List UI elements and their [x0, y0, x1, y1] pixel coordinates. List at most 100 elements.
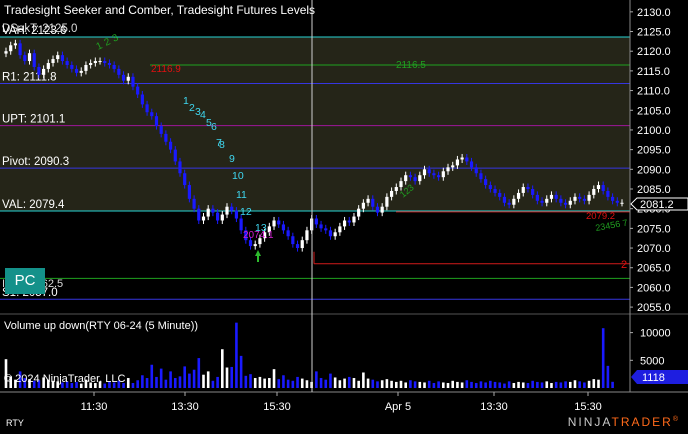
- candle-body: [178, 161, 182, 174]
- volume-bar: [366, 378, 370, 388]
- volume-bar: [291, 380, 295, 388]
- candle-body: [460, 157, 464, 160]
- candle-body: [131, 76, 135, 87]
- candle-body: [192, 198, 196, 209]
- volume-bar: [178, 376, 182, 388]
- volume-bar: [545, 381, 549, 388]
- volume-bar: [206, 371, 210, 388]
- volume-bar: [253, 378, 257, 388]
- candle-body: [526, 187, 530, 189]
- volume-bar: [418, 381, 422, 388]
- volume-bar: [202, 374, 205, 388]
- volume-bar: [611, 381, 614, 388]
- candle-body: [79, 70, 83, 73]
- seeker-count-label: 6: [211, 121, 217, 133]
- volume-bar: [479, 381, 483, 388]
- candle-body: [394, 187, 398, 191]
- candle-body: [610, 196, 615, 201]
- volume-bar: [507, 381, 511, 388]
- candle-body: [573, 196, 577, 201]
- volume-tick-label: 5000: [640, 355, 664, 367]
- trademark-icon: ®: [672, 416, 680, 423]
- volume-bar: [235, 322, 238, 388]
- price-tick-label: 2060.0: [637, 282, 671, 294]
- volume-bar: [512, 383, 516, 388]
- volume-bar: [540, 382, 544, 388]
- volume-bar: [606, 365, 610, 388]
- volume-bar: [319, 378, 323, 388]
- candle-body: [107, 63, 112, 65]
- volume-bar: [568, 381, 572, 388]
- candle-body: [187, 185, 191, 199]
- pc-button[interactable]: PC: [5, 268, 45, 294]
- instrument-symbol: RTY: [6, 418, 24, 428]
- candle-body: [121, 74, 126, 81]
- candle-body: [587, 194, 591, 201]
- candle-body: [126, 76, 130, 81]
- price-tick-label: 2055.0: [637, 302, 671, 314]
- red-low-label: 2: [621, 259, 627, 271]
- candle-body: [70, 64, 74, 69]
- candle-body: [51, 59, 55, 64]
- time-tick-label: 13:30: [171, 401, 199, 413]
- price-tick-label: 2075.0: [637, 223, 671, 235]
- candle-body: [474, 167, 478, 174]
- candle-body: [27, 53, 32, 62]
- volume-title: Volume up down(RTY 06-24 (5 Minute)): [4, 320, 198, 332]
- candle-body: [324, 228, 328, 231]
- volume-bar: [188, 373, 191, 388]
- volume-bar: [559, 382, 563, 388]
- candle-body: [418, 175, 422, 182]
- volume-bar: [587, 380, 591, 388]
- volume-bar: [474, 383, 478, 388]
- volume-bar: [573, 380, 577, 388]
- candle-body: [352, 216, 356, 223]
- candle-body: [498, 192, 502, 197]
- volume-bar: [192, 369, 196, 388]
- volume-bar: [521, 382, 525, 388]
- volume-bar: [282, 375, 285, 388]
- volume-bar: [315, 371, 318, 388]
- volume-bar: [413, 381, 417, 388]
- volume-bar: [390, 380, 393, 388]
- overlap-top-text: DSakT: 2125.0: [2, 23, 77, 35]
- candle-body: [507, 202, 511, 205]
- candle-body: [230, 206, 234, 211]
- candle-body: [145, 104, 149, 113]
- volume-bar: [394, 381, 398, 388]
- candle-body: [338, 226, 342, 233]
- volume-bar: [159, 368, 163, 388]
- candle-body: [32, 53, 36, 67]
- volume-bar: [526, 383, 530, 388]
- candle-body: [427, 169, 431, 174]
- candle-body: [159, 126, 163, 134]
- candle-body: [347, 220, 351, 223]
- candle-body: [559, 198, 563, 203]
- volume-bar: [437, 381, 440, 388]
- volume-bar: [357, 380, 360, 388]
- candle-body: [545, 198, 549, 203]
- candle-body: [479, 173, 483, 180]
- volume-bar: [597, 379, 600, 388]
- candle-body: [455, 159, 460, 166]
- volume-bar: [131, 383, 135, 388]
- candle-body: [342, 220, 347, 227]
- candle-body: [554, 194, 558, 199]
- candle-body: [206, 208, 210, 217]
- candle-body: [385, 196, 389, 207]
- volume-bar: [531, 380, 534, 388]
- copyright-text: © 2024 NinjaTrader, LLC: [4, 373, 125, 385]
- volume-tick-label: 10000: [640, 328, 671, 340]
- volume-bar: [230, 366, 234, 388]
- indicator-title: Tradesight Seeker and Comber, Tradesight…: [4, 3, 315, 17]
- candle-body: [389, 190, 394, 197]
- candle-body: [568, 200, 572, 205]
- candle-body: [432, 173, 436, 176]
- candle-body: [74, 68, 79, 73]
- candle-body: [65, 61, 69, 65]
- r1-label: R1: 2111.8: [2, 71, 57, 83]
- candle-body: [549, 194, 554, 199]
- volume-bar: [554, 381, 558, 388]
- candle-body: [13, 43, 18, 46]
- volume-bar: [493, 381, 497, 388]
